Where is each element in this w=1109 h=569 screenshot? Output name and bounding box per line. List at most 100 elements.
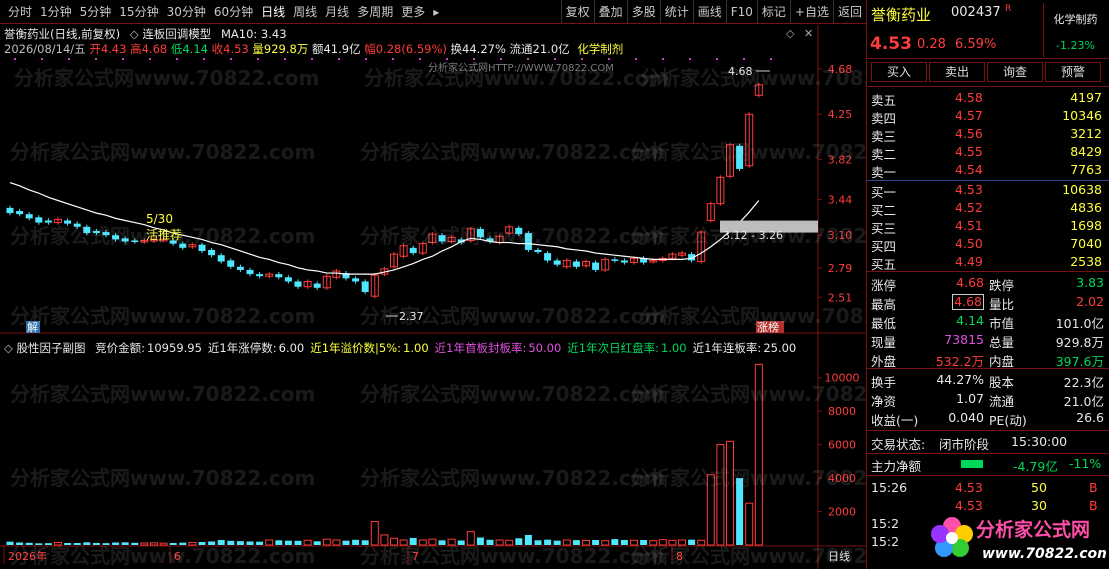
period-tab-9[interactable]: 多周期 (353, 0, 397, 24)
candle-down[interactable] (208, 249, 216, 256)
candle-down[interactable] (476, 228, 484, 238)
ask-row-4[interactable]: 卖一 4.54 7763 (867, 162, 1109, 180)
toolbar-button-5[interactable]: F10 (725, 0, 757, 24)
period-tab-8[interactable]: 月线 (321, 0, 353, 24)
bid-row-1[interactable]: 买二 4.52 4836 (867, 200, 1109, 218)
candle-down[interactable] (313, 283, 321, 288)
candle-down[interactable] (275, 274, 283, 278)
candle-down[interactable] (121, 238, 129, 242)
candle-down[interactable] (246, 269, 254, 275)
bid-row-2[interactable]: 买三 4.51 1698 (867, 218, 1109, 236)
candle-down[interactable] (736, 145, 744, 169)
sub-bar-down (256, 541, 264, 545)
candle-down[interactable] (64, 220, 72, 224)
candle-down[interactable] (572, 261, 580, 267)
ask-row-3[interactable]: 卖二 4.55 8429 (867, 144, 1109, 162)
indicator-name[interactable]: 连板回调模型 (142, 27, 211, 41)
candle-down[interactable] (131, 240, 139, 242)
candle-down[interactable] (73, 223, 81, 227)
bid-row-4[interactable]: 买五 4.49 2538 (867, 254, 1109, 272)
candle-down[interactable] (524, 233, 532, 250)
period-tab-6[interactable]: 日线 (257, 0, 289, 24)
subchart-title[interactable]: 股性因子副图 (17, 341, 86, 355)
sub-bar-down (236, 541, 244, 545)
collapse-icon[interactable]: ◇ (130, 27, 139, 41)
candle-down[interactable] (179, 243, 187, 248)
toolbar-button-4[interactable]: 画线 (692, 0, 726, 24)
toolbar-button-7[interactable]: +自选 (789, 0, 833, 24)
candle-down[interactable] (92, 231, 100, 234)
candle-down[interactable] (544, 253, 552, 261)
sub-y-tick-label: 8000 (828, 405, 856, 418)
candle-down[interactable] (284, 277, 292, 282)
period-tab-3[interactable]: 15分钟 (115, 0, 162, 24)
alert-button[interactable]: 预警 (1045, 62, 1101, 82)
ask-row-2[interactable]: 卖三 4.56 3212 (867, 126, 1109, 144)
toolbar-button-0[interactable]: 复权 (560, 0, 594, 24)
signal-dot (446, 58, 448, 60)
sub-y-tick-label: 6000 (828, 439, 856, 452)
candle-down[interactable] (256, 274, 264, 277)
candle-down[interactable] (515, 227, 523, 235)
candle-down[interactable] (227, 260, 235, 267)
period-tab-10[interactable]: 更多 (397, 0, 429, 24)
ob-volume: 2538 (1070, 254, 1102, 269)
period-tab-2[interactable]: 5分钟 (76, 0, 116, 24)
candle-down[interactable] (294, 281, 302, 287)
period-label[interactable]: 日线 (828, 549, 850, 563)
candle-down[interactable] (6, 207, 14, 214)
candle-down[interactable] (16, 211, 24, 215)
ask-row-0[interactable]: 卖五 4.58 4197 (867, 90, 1109, 108)
close-icon[interactable]: ✕ (804, 27, 813, 40)
marker-jie[interactable]: 解 (27, 320, 38, 334)
marker-zt[interactable]: 涨榜 (757, 320, 779, 334)
signal-dot (473, 58, 475, 60)
candle-down[interactable] (611, 259, 619, 261)
buy-button[interactable]: 买入 (871, 62, 927, 82)
period-tab-1[interactable]: 1分钟 (36, 0, 76, 24)
candle-down[interactable] (35, 217, 43, 223)
query-button[interactable]: 询查 (987, 62, 1043, 82)
toolbar-button-2[interactable]: 多股 (626, 0, 660, 24)
toolbar-button-1[interactable]: 叠加 (593, 0, 627, 24)
candle-down[interactable] (102, 232, 110, 236)
period-tab-0[interactable]: 分时 (0, 0, 36, 24)
more-arrow-icon[interactable]: ▸ (429, 0, 443, 24)
sell-button[interactable]: 卖出 (929, 62, 985, 82)
period-tab-7[interactable]: 周线 (289, 0, 321, 24)
sub-bar-down (44, 543, 52, 545)
sub-bar-down (25, 542, 33, 545)
bid-row-3[interactable]: 买四 4.50 7040 (867, 236, 1109, 254)
toolbar-button-8[interactable]: 返回 (832, 0, 866, 24)
candle-down[interactable] (438, 235, 446, 242)
candle-down[interactable] (236, 266, 244, 270)
candle-down[interactable] (217, 255, 225, 262)
kline-chart[interactable]: 4.68 4.25 3.82 3.44 3.10 2.79 2.51 3.12 - 3.26 4… (0, 25, 866, 569)
signal-dot (608, 58, 610, 60)
ob-price: 4.50 (955, 236, 983, 251)
candle-down[interactable] (25, 214, 33, 219)
candle-down[interactable] (553, 260, 561, 265)
toolbar-button-6[interactable]: 标记 (756, 0, 790, 24)
bid-row-0[interactable]: 买一 4.53 10638 (867, 182, 1109, 200)
diamond-icon[interactable]: ◇ (786, 27, 794, 40)
candle-down[interactable] (44, 220, 52, 223)
toolbar-right-buttons: 复权 叠加 多股 统计 画线 F10 标记 +自选 返回 (560, 0, 866, 24)
candle-down[interactable] (620, 260, 628, 263)
candle-down[interactable] (198, 244, 206, 251)
candle-down[interactable] (112, 235, 120, 240)
candle-down[interactable] (592, 262, 600, 270)
subchart-collapse-icon[interactable]: ◇ (4, 341, 13, 355)
candle-down[interactable] (361, 281, 369, 293)
sub-bar-down (16, 542, 24, 545)
candle-down[interactable] (83, 226, 91, 234)
toolbar-button-3[interactable]: 统计 (659, 0, 693, 24)
candle-down[interactable] (409, 247, 417, 254)
candle-down[interactable] (352, 278, 360, 282)
period-tab-4[interactable]: 30分钟 (163, 0, 210, 24)
chart-title-line: 誉衡药业(日线,前复权) ◇ 连板回调模型 MA10: 3.43 (4, 26, 287, 42)
candle-down[interactable] (534, 249, 542, 253)
period-tab-5[interactable]: 60分钟 (210, 0, 257, 24)
ask-row-1[interactable]: 卖四 4.57 10346 (867, 108, 1109, 126)
stat-label: 最低 (871, 316, 897, 331)
